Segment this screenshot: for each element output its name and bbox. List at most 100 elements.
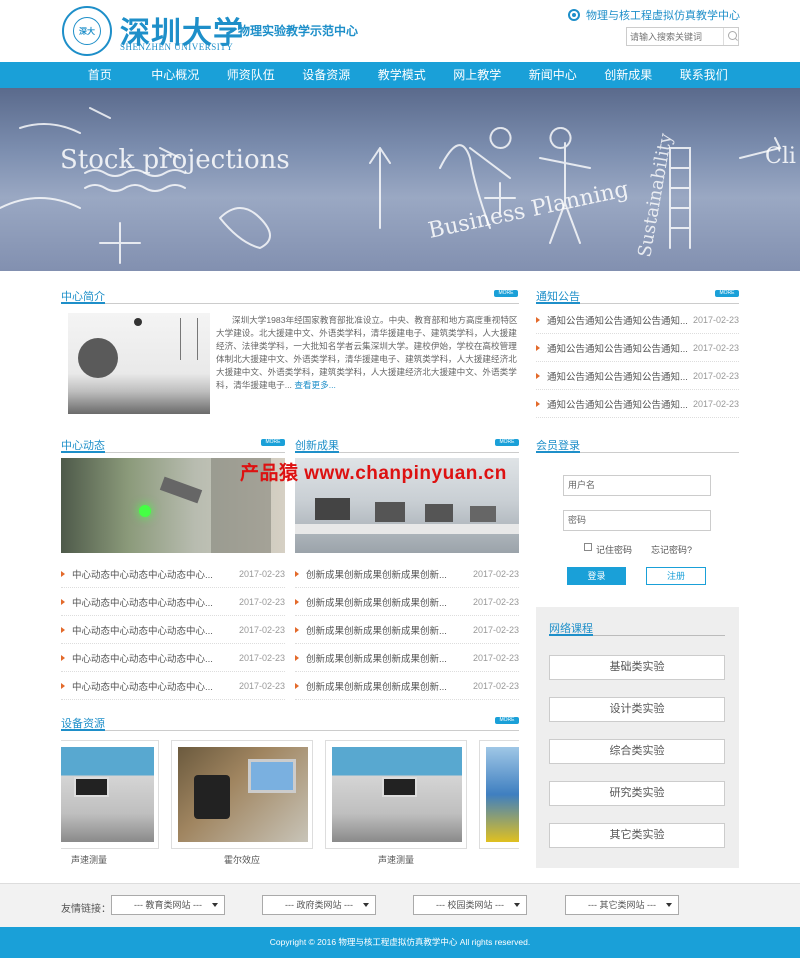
notice-title: 通知公告 (536, 288, 580, 304)
other-sites-select[interactable]: --- 其它类网站 --- (565, 895, 679, 915)
course-other[interactable]: 其它类实验 (549, 823, 725, 848)
dynamics-more-button[interactable]: MORE (261, 439, 285, 446)
main-nav: 首页 中心概况 师资队伍 设备资源 教学模式 网上教学 新闻中心 创新成果 联系… (0, 62, 800, 88)
intro-text: 深圳大学1983年经国家教育部批准设立。中央、教育部和地方高度重视特区大学建设。… (216, 314, 520, 392)
course-title: 网络课程 (549, 620, 593, 636)
dynamics-item-title: 中心动态中心动态中心动态中心... (72, 681, 213, 693)
copyright-bar: Copyright © 2016 物理与核工程虚拟仿真教学中心 All righ… (0, 927, 800, 958)
nav-online-teaching[interactable]: 网上教学 (440, 62, 516, 88)
computer-screen (248, 759, 296, 793)
notice-item[interactable]: 通知公告通知公告通知公告通知... 2017-02-23 (536, 362, 739, 390)
dynamics-item[interactable]: 中心动态中心动态中心动态中心... 2017-02-23 (61, 588, 285, 616)
achieve-item-date: 2017-02-23 (472, 652, 519, 663)
bullet-arrow-icon (536, 344, 540, 351)
course-basic[interactable]: 基础类实验 (549, 655, 725, 680)
nav-about[interactable]: 中心概况 (138, 62, 214, 88)
hall-device (194, 775, 230, 819)
notice-item-date: 2017-02-23 (692, 398, 739, 409)
dynamics-item[interactable]: 中心动态中心动态中心动态中心... 2017-02-23 (61, 616, 285, 644)
login-section-title: 会员登录 (536, 437, 739, 453)
search-icon[interactable] (723, 28, 738, 45)
course-research[interactable]: 研究类实验 (549, 781, 725, 806)
dynamics-item[interactable]: 中心动态中心动态中心动态中心... 2017-02-23 (61, 672, 285, 700)
dynamics-item-date: 2017-02-23 (238, 680, 285, 691)
moon-dot (134, 318, 142, 326)
copyright-text: Copyright © 2016 物理与核工程虚拟仿真教学中心 All righ… (269, 937, 531, 947)
nav-home[interactable]: 首页 (62, 62, 138, 88)
equipment-caption[interactable]: 声速测量 (325, 853, 467, 866)
equipment-photo (486, 747, 519, 842)
equipment-caption[interactable]: 声速测量 (61, 853, 117, 866)
achieve-item-date: 2017-02-23 (472, 596, 519, 607)
register-button[interactable]: 注册 (646, 567, 706, 585)
equipment-photo (178, 747, 308, 842)
achieve-item-date: 2017-02-23 (472, 568, 519, 579)
achieve-title: 创新成果 (295, 437, 339, 453)
seal-inner: 深大 (73, 17, 101, 45)
equipment-title: 设备资源 (61, 715, 105, 731)
dynamics-item-date: 2017-02-23 (238, 624, 285, 635)
notice-item[interactable]: 通知公告通知公告通知公告通知... 2017-02-23 (536, 390, 739, 418)
login-button[interactable]: 登录 (567, 567, 626, 585)
achieve-item[interactable]: 创新成果创新成果创新成果创新... 2017-02-23 (295, 560, 519, 588)
intro-section-title: 中心简介 (61, 288, 519, 304)
notice-item-title: 通知公告通知公告通知公告通知... (547, 399, 688, 411)
intro-read-more-link[interactable]: 查看更多... (294, 380, 336, 390)
achieve-more-button[interactable]: MORE (495, 439, 519, 446)
notice-more-button[interactable]: MORE (715, 290, 739, 297)
notice-item-title: 通知公告通知公告通知公告通知... (547, 315, 688, 327)
equipment-card[interactable] (325, 740, 467, 849)
course-comprehensive[interactable]: 综合类实验 (549, 739, 725, 764)
equipment-card[interactable] (171, 740, 313, 849)
nav-achievements[interactable]: 创新成果 (591, 62, 667, 88)
intro-more-button[interactable]: MORE (494, 290, 518, 297)
nav-faculty[interactable]: 师资队伍 (213, 62, 289, 88)
bullet-arrow-icon (61, 598, 65, 605)
nav-equipment[interactable]: 设备资源 (289, 62, 365, 88)
password-field[interactable]: 密码 (563, 510, 711, 531)
banner-text-stock: Stock projections (60, 145, 290, 175)
notice-item-title: 通知公告通知公告通知公告通知... (547, 371, 688, 383)
achieve-item-date: 2017-02-23 (472, 680, 519, 691)
vertical-inscription (180, 318, 198, 360)
virtual-center-link[interactable]: 物理与核工程虚拟仿真教学中心 (568, 7, 740, 23)
header: 深大 深圳大学 SHENZHEN UNIVERSITY 物理实验教学示范中心 物… (0, 0, 800, 62)
nav-news[interactable]: 新闻中心 (515, 62, 591, 88)
equipment-card[interactable] (479, 740, 519, 849)
remember-label: 记住密码 (596, 545, 633, 555)
course-section-title: 网络课程 (549, 620, 725, 636)
logo-subtitle: 物理实验教学示范中心 (238, 24, 359, 38)
campus-sites-select[interactable]: --- 校园类网站 --- (413, 895, 527, 915)
dynamics-item[interactable]: 中心动态中心动态中心动态中心... 2017-02-23 (61, 644, 285, 672)
course-design[interactable]: 设计类实验 (549, 697, 725, 722)
equipment-more-button[interactable]: MORE (495, 717, 519, 724)
remember-checkbox[interactable] (584, 543, 592, 551)
hero-banner: Stock projections Business Planning Sust… (0, 88, 800, 271)
dynamics-item[interactable]: 中心动态中心动态中心动态中心... 2017-02-23 (61, 560, 285, 588)
forgot-password-link[interactable]: 忘记密码? (651, 543, 692, 556)
achieve-item[interactable]: 创新成果创新成果创新成果创新... 2017-02-23 (295, 588, 519, 616)
achieve-item[interactable]: 创新成果创新成果创新成果创新... 2017-02-23 (295, 672, 519, 700)
equipment-card[interactable] (61, 740, 159, 849)
notice-item[interactable]: 通知公告通知公告通知公告通知... 2017-02-23 (536, 334, 739, 362)
dynamics-item-date: 2017-02-23 (238, 568, 285, 579)
username-field[interactable]: 用户名 (563, 475, 711, 496)
nav-teaching-mode[interactable]: 教学模式 (364, 62, 440, 88)
equipment-photo (61, 747, 154, 842)
equipment-caption[interactable]: 霍尔效应 (171, 853, 313, 866)
edu-sites-select[interactable]: --- 教育类网站 --- (111, 895, 225, 915)
dynamics-title: 中心动态 (61, 437, 105, 453)
nav-contact[interactable]: 联系我们 (666, 62, 742, 88)
achieve-item[interactable]: 创新成果创新成果创新成果创新... 2017-02-23 (295, 644, 519, 672)
dynamics-item-title: 中心动态中心动态中心动态中心... (72, 653, 213, 665)
search-box (626, 27, 739, 46)
equipment-photo (332, 747, 462, 842)
computer-monitor (470, 506, 496, 522)
computer-monitor (375, 502, 405, 522)
notice-item[interactable]: 通知公告通知公告通知公告通知... 2017-02-23 (536, 306, 739, 334)
search-input[interactable] (627, 28, 723, 45)
virtual-center-label: 物理与核工程虚拟仿真教学中心 (586, 10, 740, 22)
dynamics-item-title: 中心动态中心动态中心动态中心... (72, 569, 213, 581)
gov-sites-select[interactable]: --- 政府类网站 --- (262, 895, 376, 915)
achieve-item[interactable]: 创新成果创新成果创新成果创新... 2017-02-23 (295, 616, 519, 644)
